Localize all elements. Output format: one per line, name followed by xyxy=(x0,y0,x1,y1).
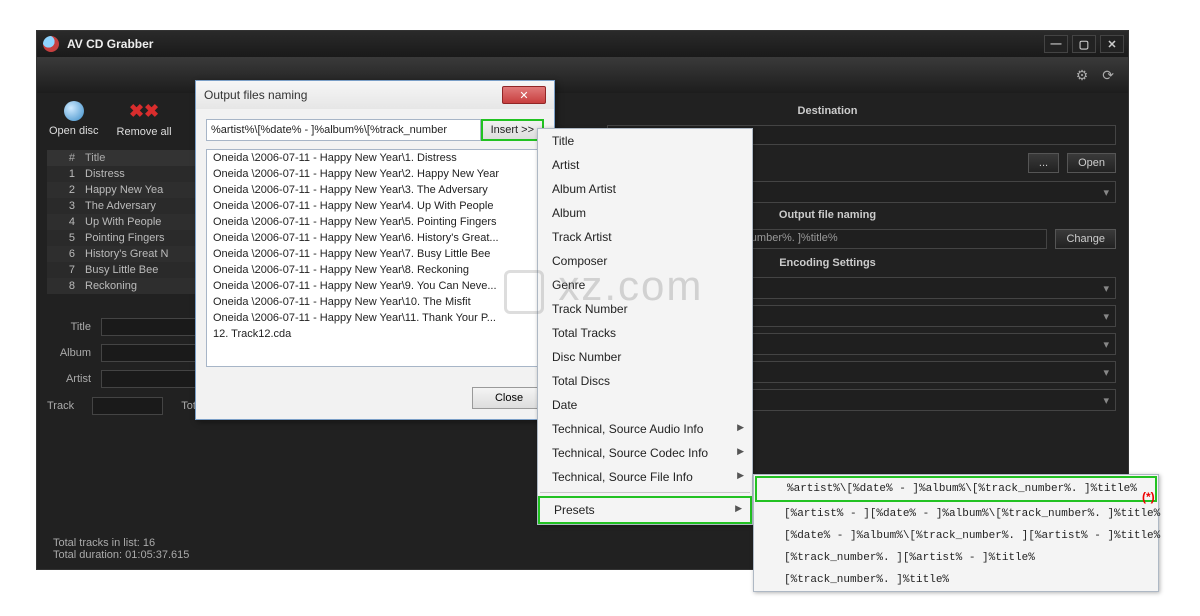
total-duration: Total duration: 01:05:37.615 xyxy=(53,549,189,561)
list-item[interactable]: Oneida \2006-07-11 - Happy New Year\5. P… xyxy=(207,214,543,230)
change-button[interactable]: Change xyxy=(1055,229,1116,249)
menu-tech-codec[interactable]: Technical, Source Codec Info xyxy=(538,441,752,465)
menu-track-number[interactable]: Track Number xyxy=(538,297,752,321)
menu-genre[interactable]: Genre xyxy=(538,273,752,297)
open-folder-button[interactable]: Open xyxy=(1067,153,1116,173)
chevron-down-icon: ▾ xyxy=(1103,338,1109,351)
menu-total-tracks[interactable]: Total Tracks xyxy=(538,321,752,345)
close-button[interactable]: ✕ xyxy=(1100,35,1124,53)
dialog-title: Output files naming xyxy=(204,88,307,102)
dialog-close-button[interactable]: ✕ xyxy=(502,86,546,104)
list-item[interactable]: Oneida \2006-07-11 - Happy New Year\4. U… xyxy=(207,198,543,214)
list-item[interactable]: Oneida \2006-07-11 - Happy New Year\11. … xyxy=(207,310,543,326)
album-label: Album xyxy=(47,347,91,359)
maximize-button[interactable]: ▢ xyxy=(1072,35,1096,53)
list-item[interactable]: Oneida \2006-07-11 - Happy New Year\3. T… xyxy=(207,182,543,198)
menu-tech-audio[interactable]: Technical, Source Audio Info xyxy=(538,417,752,441)
menu-tech-file[interactable]: Technical, Source File Info xyxy=(538,465,752,489)
refresh-icon[interactable]: ⟳ xyxy=(1102,67,1114,84)
naming-dialog: Output files naming ✕ Insert >> Oneida \… xyxy=(195,80,555,420)
list-item[interactable]: Oneida \2006-07-11 - Happy New Year\2. H… xyxy=(207,166,543,182)
menu-composer[interactable]: Composer xyxy=(538,249,752,273)
window-title: AV CD Grabber xyxy=(67,37,153,51)
menu-separator xyxy=(540,492,750,493)
menu-track-artist[interactable]: Track Artist xyxy=(538,225,752,249)
menu-artist[interactable]: Artist xyxy=(538,153,752,177)
list-item[interactable]: Oneida \2006-07-11 - Happy New Year\1. D… xyxy=(207,150,543,166)
preset-item[interactable]: [%date% - ]%album%\[%track_number%. ][%a… xyxy=(754,525,1158,547)
total-tracks: Total tracks in list: 16 xyxy=(53,537,189,549)
remove-all-button[interactable]: ✖✖ Remove all xyxy=(117,101,172,138)
menu-total-discs[interactable]: Total Discs xyxy=(538,369,752,393)
list-item[interactable]: Oneida \2006-07-11 - Happy New Year\8. R… xyxy=(207,262,543,278)
track-field[interactable] xyxy=(92,397,163,415)
status-footer: Total tracks in list: 16 Total duration:… xyxy=(53,537,189,561)
list-item[interactable]: Oneida \2006-07-11 - Happy New Year\6. H… xyxy=(207,230,543,246)
disc-icon xyxy=(64,101,84,121)
gear-icon[interactable]: ⚙ xyxy=(1076,67,1089,84)
list-item[interactable]: Oneida \2006-07-11 - Happy New Year\10. … xyxy=(207,294,543,310)
remove-all-label: Remove all xyxy=(117,126,172,138)
open-disc-button[interactable]: Open disc xyxy=(49,101,99,138)
artist-label: Artist xyxy=(47,373,91,385)
app-logo-icon xyxy=(43,36,59,52)
menu-date[interactable]: Date xyxy=(538,393,752,417)
menu-album-artist[interactable]: Album Artist xyxy=(538,177,752,201)
chevron-down-icon: ▾ xyxy=(1103,186,1109,199)
presets-submenu: %artist%\[%date% - ]%album%\[%track_numb… xyxy=(753,474,1159,592)
col-num[interactable]: # xyxy=(47,150,81,166)
preset-item[interactable]: [%artist% - ][%date% - ]%album%\[%track_… xyxy=(754,503,1158,525)
remove-icon: ✖✖ xyxy=(129,101,159,122)
insert-menu: Title Artist Album Artist Album Track Ar… xyxy=(537,128,753,525)
list-item[interactable]: Oneida \2006-07-11 - Happy New Year\9. Y… xyxy=(207,278,543,294)
menu-disc-number[interactable]: Disc Number xyxy=(538,345,752,369)
title-label: Title xyxy=(47,321,91,333)
preview-list[interactable]: Oneida \2006-07-11 - Happy New Year\1. D… xyxy=(206,149,544,367)
preset-item[interactable]: [%track_number%. ][%artist% - ]%title% xyxy=(754,547,1158,569)
titlebar: AV CD Grabber — ▢ ✕ xyxy=(37,31,1128,57)
menu-presets[interactable]: Presets xyxy=(538,496,752,524)
annotation-star: (*) xyxy=(1142,490,1200,504)
chevron-down-icon: ▾ xyxy=(1103,310,1109,323)
menu-album[interactable]: Album xyxy=(538,201,752,225)
minimize-button[interactable]: — xyxy=(1044,35,1068,53)
track-label: Track xyxy=(47,400,74,412)
preset-item[interactable]: [%track_number%. ]%title% xyxy=(754,569,1158,591)
chevron-down-icon: ▾ xyxy=(1103,282,1109,295)
browse-button[interactable]: ... xyxy=(1028,153,1059,173)
pattern-input[interactable] xyxy=(206,119,481,141)
insert-button[interactable]: Insert >> xyxy=(481,119,544,141)
chevron-down-icon: ▾ xyxy=(1103,394,1109,407)
chevron-down-icon: ▾ xyxy=(1103,366,1109,379)
preset-item[interactable]: %artist%\[%date% - ]%album%\[%track_numb… xyxy=(755,476,1157,502)
list-item[interactable]: 12. Track12.cda xyxy=(207,326,543,342)
menu-title[interactable]: Title xyxy=(538,129,752,153)
open-disc-label: Open disc xyxy=(49,125,99,137)
list-item[interactable]: Oneida \2006-07-11 - Happy New Year\7. B… xyxy=(207,246,543,262)
destination-title: Destination xyxy=(539,105,1116,117)
dialog-close[interactable]: Close xyxy=(472,387,546,409)
